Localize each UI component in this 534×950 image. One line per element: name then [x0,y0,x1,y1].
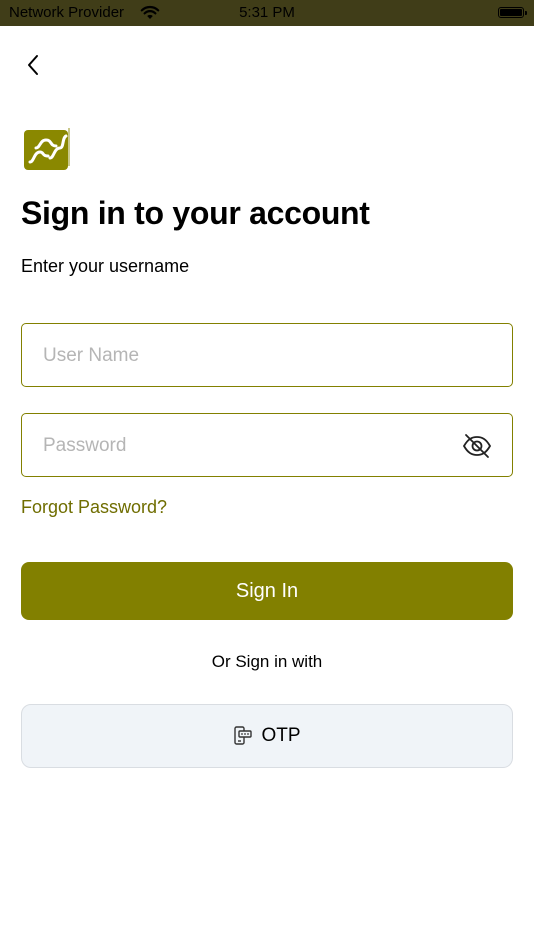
forgot-password-link[interactable]: Forgot Password? [21,497,167,518]
status-bar: Network Provider 5:31 PM [0,0,534,26]
username-input[interactable] [41,324,465,387]
brand-logo-icon [24,128,70,170]
back-chevron-icon[interactable] [20,50,48,80]
password-field[interactable] [21,413,513,477]
otp-label: OTP [261,725,301,746]
or-sign-in-with-label: Or Sign in with [211,652,323,671]
page-subtitle: Enter your username [21,256,190,276]
battery-icon [498,7,527,18]
clock: 5:31 PM [239,4,295,21]
page-title: Sign in to your account [21,195,370,231]
username-field[interactable] [21,323,513,387]
password-input[interactable] [41,414,465,477]
sign-in-button[interactable]: Sign In [21,562,513,620]
eye-slash-icon[interactable] [462,432,492,460]
otp-phone-icon [234,726,253,745]
otp-button[interactable]: OTP [21,704,513,768]
